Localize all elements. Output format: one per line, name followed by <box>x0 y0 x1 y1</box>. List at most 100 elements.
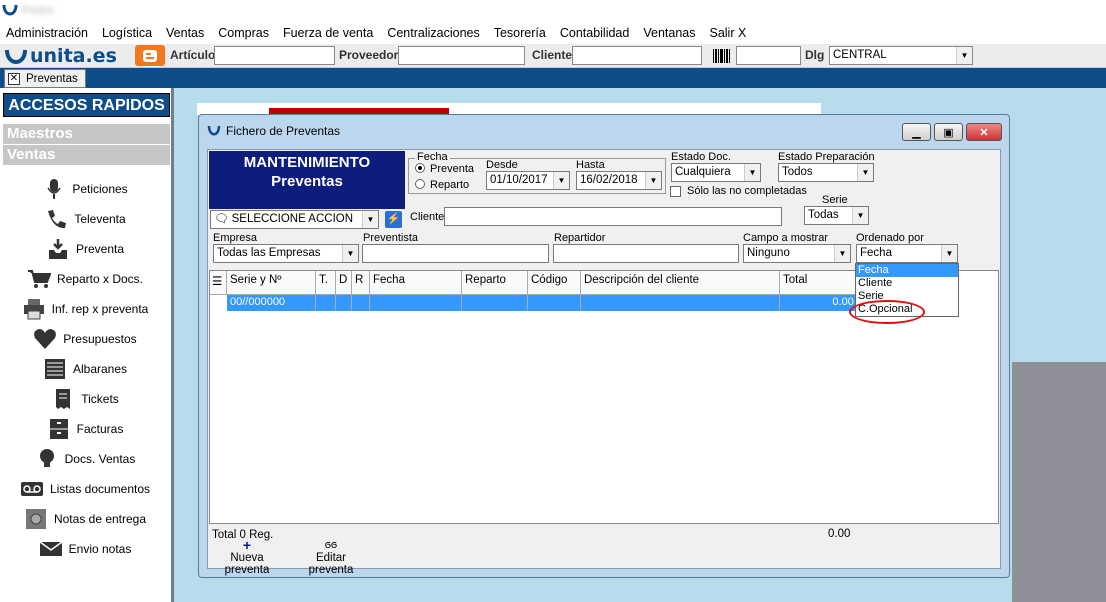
dlg-value: CENTRAL <box>833 49 887 61</box>
proveedor-input[interactable] <box>398 46 525 65</box>
close-button[interactable]: ✕ <box>966 123 1002 141</box>
sidebar-item-envio-notas[interactable]: Envio notas <box>0 534 170 564</box>
sidebar-item-reparto[interactable]: Reparto x Docs. <box>0 264 170 294</box>
new-preventa-button[interactable]: + Nueva preventa <box>207 538 287 576</box>
chevron-down-icon[interactable]: ▼ <box>553 172 569 189</box>
accion-select[interactable]: 🗨 SELECCIONE ACCION ▼ <box>210 210 379 229</box>
estado-doc-label: Estado Doc. <box>671 151 731 163</box>
menu-compras[interactable]: Compras <box>218 26 269 40</box>
option-fecha[interactable]: Fecha <box>856 264 958 277</box>
section-maestros[interactable]: Maestros <box>3 124 170 144</box>
edit-preventa-button[interactable]: ϭϭ Editar preventa <box>293 538 369 576</box>
solo-no-completadas-label: Sólo las no completadas <box>687 185 807 197</box>
sidebar-item-listas[interactable]: Listas documentos <box>0 474 170 504</box>
close-icon[interactable]: ✕ <box>8 72 20 85</box>
chevron-down-icon[interactable]: ▼ <box>852 207 868 224</box>
ordenado-por-select[interactable]: Fecha ▼ <box>856 244 958 263</box>
articulo-input[interactable] <box>214 46 335 65</box>
menu-fuerza-de-venta[interactable]: Fuerza de venta <box>283 26 373 40</box>
empresa-select[interactable]: Todas las Empresas ▼ <box>213 244 359 263</box>
barcode-input[interactable] <box>736 46 801 65</box>
tab-preventas[interactable]: ✕ Preventas <box>4 69 86 88</box>
chevron-down-icon[interactable]: ▼ <box>941 245 957 262</box>
unita-logo-icon <box>5 49 27 64</box>
dlg-select[interactable]: CENTRAL ▼ <box>829 46 973 65</box>
chevron-down-icon[interactable]: ▼ <box>645 172 661 189</box>
plus-icon: + <box>242 537 252 553</box>
blogger-button[interactable] <box>135 45 165 66</box>
inbox-download-icon <box>46 237 70 261</box>
menu-salir[interactable]: Salir X <box>709 26 746 40</box>
estado-prep-label: Estado Preparación <box>778 151 875 163</box>
menu-ventanas[interactable]: Ventanas <box>643 26 695 40</box>
col-t[interactable]: T. <box>316 271 336 295</box>
col-reparto[interactable]: Reparto <box>462 271 528 295</box>
chevron-down-icon[interactable]: ▼ <box>956 47 972 64</box>
estado-prep-value: Todos <box>782 166 813 178</box>
sidebar-item-docs-ventas[interactable]: Docs. Ventas <box>0 444 170 474</box>
cliente-input[interactable] <box>572 46 702 65</box>
minimize-button[interactable]: ▁ <box>902 123 931 141</box>
cart-icon <box>27 267 51 291</box>
sidebar-item-peticiones[interactable]: Peticiones <box>0 174 170 204</box>
sidebar-item-notas-entrega[interactable]: Notas de entrega <box>0 504 170 534</box>
sidebar-item-tickets[interactable]: Tickets <box>0 384 170 414</box>
col-fecha[interactable]: Fecha <box>370 271 462 295</box>
chevron-down-icon[interactable]: ▼ <box>342 245 358 262</box>
menu-ventas[interactable]: Ventas <box>166 26 204 40</box>
radio-reparto[interactable]: Reparto <box>415 179 469 191</box>
section-ventas[interactable]: Ventas <box>3 145 170 165</box>
solo-no-completadas-checkbox[interactable] <box>670 186 681 197</box>
menu-administracion[interactable]: Administración <box>6 26 88 40</box>
desde-date[interactable]: 01/10/2017 ▼ <box>486 171 570 190</box>
maximize-button[interactable]: ▣ <box>934 123 963 141</box>
preventas-window[interactable]: Fichero de Preventas ▁ ▣ ✕ MANTENIMIENTO… <box>198 114 1010 578</box>
menu-logistica[interactable]: Logística <box>102 26 152 40</box>
col-d[interactable]: D <box>336 271 352 295</box>
table-row[interactable]: 00//000000 0.00 € <box>227 295 866 311</box>
estado-prep-select[interactable]: Todos ▼ <box>778 163 874 182</box>
radio-preventa[interactable]: Preventa <box>415 163 474 175</box>
col-total[interactable]: Total <box>780 271 866 295</box>
receipt-icon <box>51 387 75 411</box>
speech-bubble-icon: 🗨 <box>214 213 229 225</box>
execute-action-button[interactable]: ⚡ <box>385 211 402 228</box>
serie-select[interactable]: Todas ▼ <box>804 206 869 225</box>
estado-doc-value: Cualquiera <box>675 166 731 178</box>
header-line1: MANTENIMIENTO <box>243 154 371 171</box>
menu-tesoreria[interactable]: Tesorería <box>494 26 546 40</box>
sidebar-item-inf-rep[interactable]: Inf. rep x preventa <box>0 294 170 324</box>
chevron-down-icon[interactable]: ▼ <box>362 211 378 228</box>
chevron-down-icon[interactable]: ▼ <box>834 245 850 262</box>
background-shape <box>1012 362 1106 602</box>
window-titlebar[interactable]: Fichero de Preventas <box>207 124 340 138</box>
sidebar-item-presupuestos[interactable]: Presupuestos <box>0 324 170 354</box>
desde-value: 01/10/2017 <box>490 174 548 186</box>
menu-contabilidad[interactable]: Contabilidad <box>560 26 630 40</box>
sidebar-item-facturas[interactable]: Facturas <box>0 414 170 444</box>
col-serie[interactable]: Serie y Nº <box>227 271 316 295</box>
chevron-down-icon[interactable]: ▼ <box>857 164 873 181</box>
menu-centralizaciones[interactable]: Centralizaciones <box>387 26 479 40</box>
safe-icon <box>24 507 48 531</box>
repartidor-input[interactable] <box>553 244 739 263</box>
chevron-down-icon[interactable]: ▼ <box>744 164 760 181</box>
serie-value: Todas <box>808 209 839 221</box>
col-codigo[interactable]: Código <box>528 271 581 295</box>
hasta-value: 16/02/2018 <box>580 174 638 186</box>
col-r[interactable]: R <box>352 271 370 295</box>
cell-reparto <box>462 295 528 311</box>
radio-preventa-label: Preventa <box>430 163 475 175</box>
sidebar-item-albaranes[interactable]: Albaranes <box>0 354 170 384</box>
sidebar-item-televenta[interactable]: Televenta <box>0 204 170 234</box>
estado-doc-select[interactable]: Cualquiera ▼ <box>671 163 761 182</box>
option-cliente[interactable]: Cliente <box>856 277 958 290</box>
cliente-field-input[interactable] <box>444 207 782 226</box>
col-descripcion[interactable]: Descripción del cliente <box>581 271 780 295</box>
campo-mostrar-select[interactable]: Ninguno ▼ <box>743 244 851 263</box>
highlight-annotation <box>849 300 925 324</box>
preventista-input[interactable] <box>362 244 549 263</box>
barcode-icon[interactable] <box>712 48 732 64</box>
sidebar-item-preventa[interactable]: Preventa <box>0 234 170 264</box>
hasta-date[interactable]: 16/02/2018 ▼ <box>576 171 662 190</box>
